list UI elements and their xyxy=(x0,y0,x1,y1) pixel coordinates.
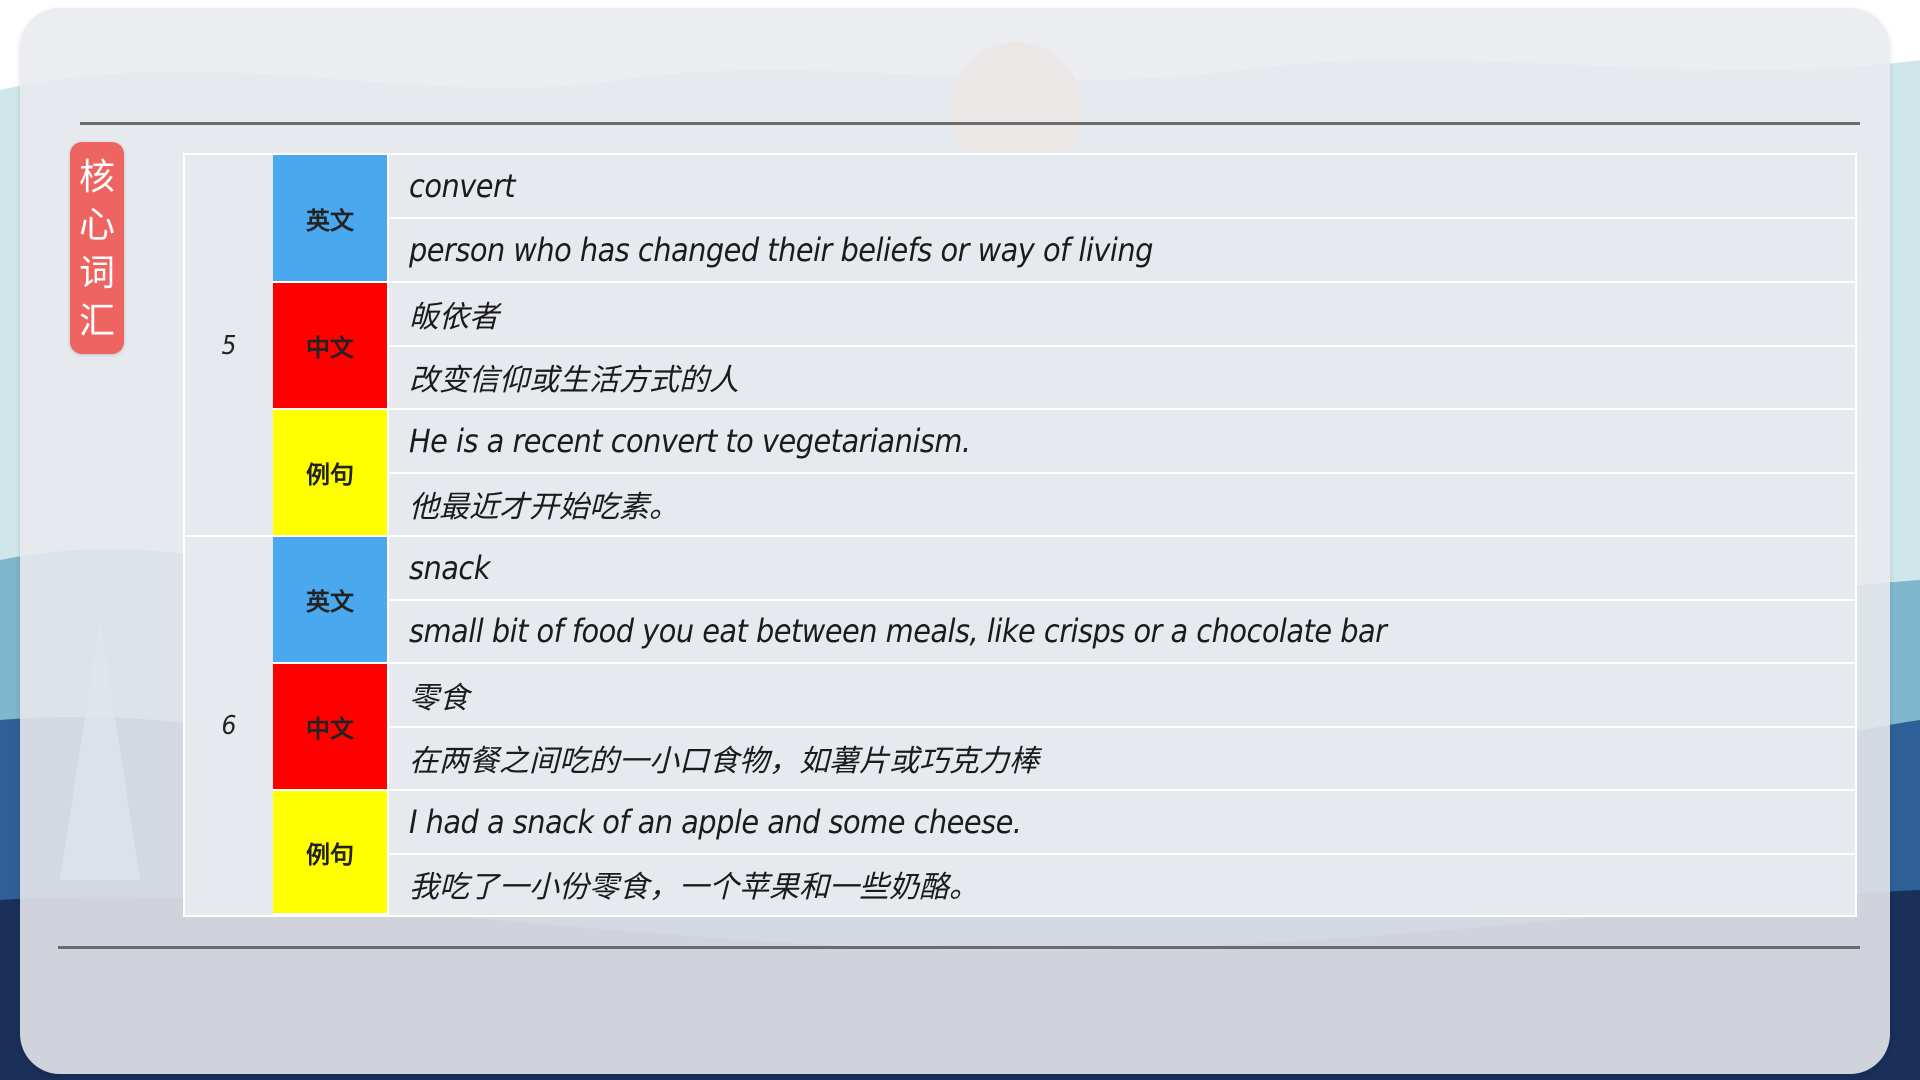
chinese-label: 中文 xyxy=(273,664,387,791)
example-chinese: 他最近才开始吃素。 xyxy=(387,473,1855,537)
section-badge: 核 心 词 汇 xyxy=(70,142,124,354)
chinese-word: 零食 xyxy=(387,664,1855,728)
example-label: 例句 xyxy=(273,410,387,537)
vocab-entry: 6 英文 中文 例句 snack small bit of food you e… xyxy=(185,537,1855,915)
example-label: 例句 xyxy=(273,791,387,915)
chinese-definition: 在两餐之间吃的一小口食物，如薯片或巧克力棒 xyxy=(387,727,1855,791)
word: convert xyxy=(387,155,1855,219)
example-english: He is a recent convert to vegetarianism. xyxy=(387,410,1855,474)
chinese-label: 中文 xyxy=(273,283,387,410)
chinese-word: 皈依者 xyxy=(387,283,1855,347)
vocabulary-table: 5 英文 中文 例句 convert person who has change… xyxy=(183,153,1857,917)
example-chinese: 我吃了一小份零食，一个苹果和一些奶酪。 xyxy=(387,853,1855,915)
bottom-divider xyxy=(58,946,1860,949)
section-badge-char-3: 词 xyxy=(78,253,115,294)
entry-number: 5 xyxy=(221,331,237,361)
definition: person who has changed their beliefs or … xyxy=(387,219,1855,283)
english-label: 英文 xyxy=(273,537,387,664)
definition: small bit of food you eat between meals,… xyxy=(387,600,1855,664)
section-badge-char-4: 汇 xyxy=(78,301,115,342)
top-divider xyxy=(80,122,1860,125)
chinese-definition: 改变信仰或生活方式的人 xyxy=(387,346,1855,410)
word: snack xyxy=(387,537,1855,601)
vocab-entry: 5 英文 中文 例句 convert person who has change… xyxy=(185,155,1855,537)
section-badge-char-2: 心 xyxy=(78,205,115,246)
english-label: 英文 xyxy=(273,155,387,283)
entry-number: 6 xyxy=(221,711,237,741)
example-english: I had a snack of an apple and some chees… xyxy=(387,791,1855,855)
section-badge-char-1: 核 xyxy=(78,157,115,198)
